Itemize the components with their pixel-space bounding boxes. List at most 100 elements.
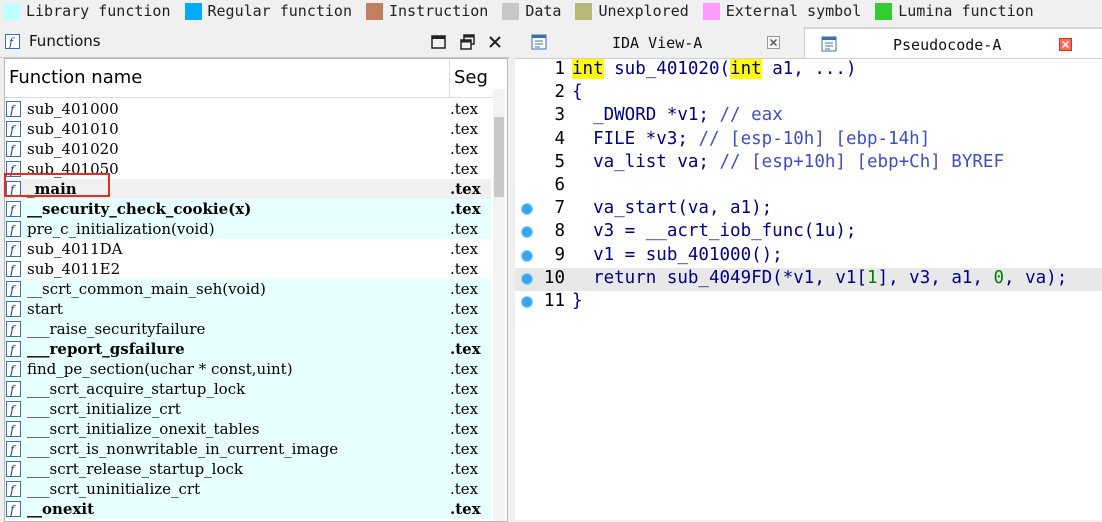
code-line[interactable]: 8 v3 = __acrt_iob_func(1u); [515,221,1102,244]
function-name: ___report_gsfailure [27,340,185,358]
legend-item: Instruction [366,2,488,20]
code-line[interactable]: 1 int sub_401020(int a1, ...) [515,59,1102,82]
legend-swatch [184,2,202,20]
tab-ida-view[interactable]: IDA View-A [515,27,805,58]
column-divider[interactable] [449,59,450,97]
tab-pseudocode[interactable]: Pseudocode-A [805,27,1102,58]
function-name: start [27,300,63,318]
line-number: 4 [554,128,565,149]
line-number: 2 [554,82,565,103]
pseudocode-panel: IDA View-A Pseudocode-A 1 int sub_401020(… [515,27,1102,520]
legend-item: Library function [3,2,171,20]
function-name: ___scrt_initialize_onexit_tables [27,420,260,438]
function-row[interactable]: f sub_401010 .tex [5,119,491,139]
breakpoint-dot-icon[interactable] [522,297,532,307]
function-icon: f [6,341,21,357]
function-row[interactable]: f start .tex [5,299,491,319]
legend-swatch [502,2,520,20]
code-line[interactable]: 3 _DWORD *v1; // eax [515,105,1102,128]
function-segment: .tex [450,280,479,298]
scrollbar-thumb[interactable] [494,117,504,197]
function-row[interactable]: f ___raise_securityfailure .tex [5,319,491,339]
code-line[interactable]: 11} [515,291,1102,314]
function-segment: .tex [450,480,479,498]
function-row[interactable]: f sub_401020 .tex [5,139,491,159]
function-row[interactable]: f __security_check_cookie(x) .tex [5,199,491,219]
code-line[interactable]: 2{ [515,82,1102,105]
legend-item: Regular function [184,2,353,20]
legend-swatch [875,2,893,20]
function-row[interactable]: f ___scrt_acquire_startup_lock .tex [5,379,491,399]
breakpoint-dot-icon[interactable] [522,273,532,284]
function-segment: .tex [450,320,479,338]
function-row[interactable]: f ___scrt_uninitialize_crt .tex [5,479,491,499]
function-row[interactable]: f sub_4011DA .tex [5,239,491,259]
code-text: return sub_4049FD(*v1, v1[1], v3, a1, 0,… [572,267,1068,288]
legend-item: External symbol [702,2,861,20]
disassembly-view-icon [531,34,547,50]
breakpoint-dot-icon[interactable] [522,250,532,261]
function-name: __security_check_cookie(x) [27,200,252,218]
code-line[interactable]: 4 FILE *v3; // [esp-10h] [ebp-14h] [515,129,1102,152]
column-header-segment[interactable]: Seg [454,67,488,88]
legend-label: Library function [26,2,171,20]
function-icon: f [6,421,21,437]
function-row[interactable]: f sub_401000 .tex [5,99,491,119]
pseudocode-view-icon [821,36,837,52]
breakpoint-dot-icon[interactable] [522,227,532,238]
function-icon: f [6,401,21,417]
code-line[interactable]: 9 v1 = sub_401000(); [515,245,1102,268]
line-number: 9 [554,244,565,265]
function-row[interactable]: f ___scrt_release_startup_lock .tex [5,459,491,479]
line-number: 1 [554,59,565,79]
close-icon[interactable] [486,33,504,51]
function-row[interactable]: f ___report_gsfailure .tex [5,339,491,359]
legend-swatch [3,2,20,20]
code-line[interactable]: 6 [515,175,1102,198]
legend-swatch [366,2,383,20]
color-legend: Library function Regular function Instruct… [0,0,1102,22]
function-segment: .tex [450,460,479,478]
legend-swatch [702,2,720,20]
function-segment: .tex [450,340,481,358]
function-row[interactable]: f ___scrt_initialize_onexit_tables .tex [5,419,491,439]
function-icon: f [6,261,21,277]
line-number: 11 [543,291,565,311]
function-row[interactable]: f pre_c_initialization(void) .tex [5,219,491,239]
functions-titlebar: f Functions [0,27,510,58]
breakpoint-dot-icon[interactable] [522,204,532,215]
tab-close-icon[interactable] [767,36,780,49]
function-segment: .tex [450,180,481,198]
function-segment: .tex [450,160,479,178]
legend-label: Regular function [207,2,353,20]
function-icon: f [6,121,21,137]
maximize-icon[interactable] [430,33,448,51]
function-segment: .tex [450,240,479,258]
tab-label: Pseudocode-A [893,36,1002,54]
functions-panel: f Functions Function name Seg f sub_40100… [0,27,510,522]
function-icon: f [6,381,21,397]
column-header-function-name[interactable]: Function name [9,67,142,88]
vertical-scrollbar[interactable] [493,89,505,521]
code-line[interactable]: 5 va_list va; // [esp+10h] [ebp+Ch] BYRE… [515,152,1102,175]
function-segment: .tex [450,220,479,238]
function-segment: .tex [450,260,479,278]
function-row[interactable]: f ___scrt_is_nonwritable_in_current_image… [5,439,491,459]
restore-icon[interactable] [459,33,477,51]
function-row[interactable]: f __onexit .tex [5,499,491,519]
function-row[interactable]: f __scrt_common_main_seh(void) .tex [5,279,491,299]
function-row[interactable]: f sub_4011E2 .tex [5,259,491,279]
function-segment: .tex [450,500,481,518]
tab-bar: IDA View-A Pseudocode-A [515,27,1102,59]
function-row[interactable]: f find_pe_section(uchar * const,uint) .tex [5,359,491,379]
pseudocode-editor[interactable]: 1 int sub_401020(int a1, ...) 2{3 _DWORD *… [515,59,1102,520]
code-line[interactable]: 7 va_start(va, a1); [515,198,1102,221]
code-text: va_list va; // [esp+10h] [ebp+Ch] BYREF [572,151,1004,172]
function-icon: f [6,141,21,157]
function-name: ___scrt_is_nonwritable_in_current_image [27,440,339,458]
function-icon: f [6,301,21,317]
code-line[interactable]: 10 return sub_4049FD(*v1, v1[1], v3, a1,… [515,267,1102,291]
function-name: sub_401020 [27,140,119,158]
function-row[interactable]: f ___scrt_initialize_crt .tex [5,399,491,419]
tab-close-icon[interactable] [1059,38,1072,51]
